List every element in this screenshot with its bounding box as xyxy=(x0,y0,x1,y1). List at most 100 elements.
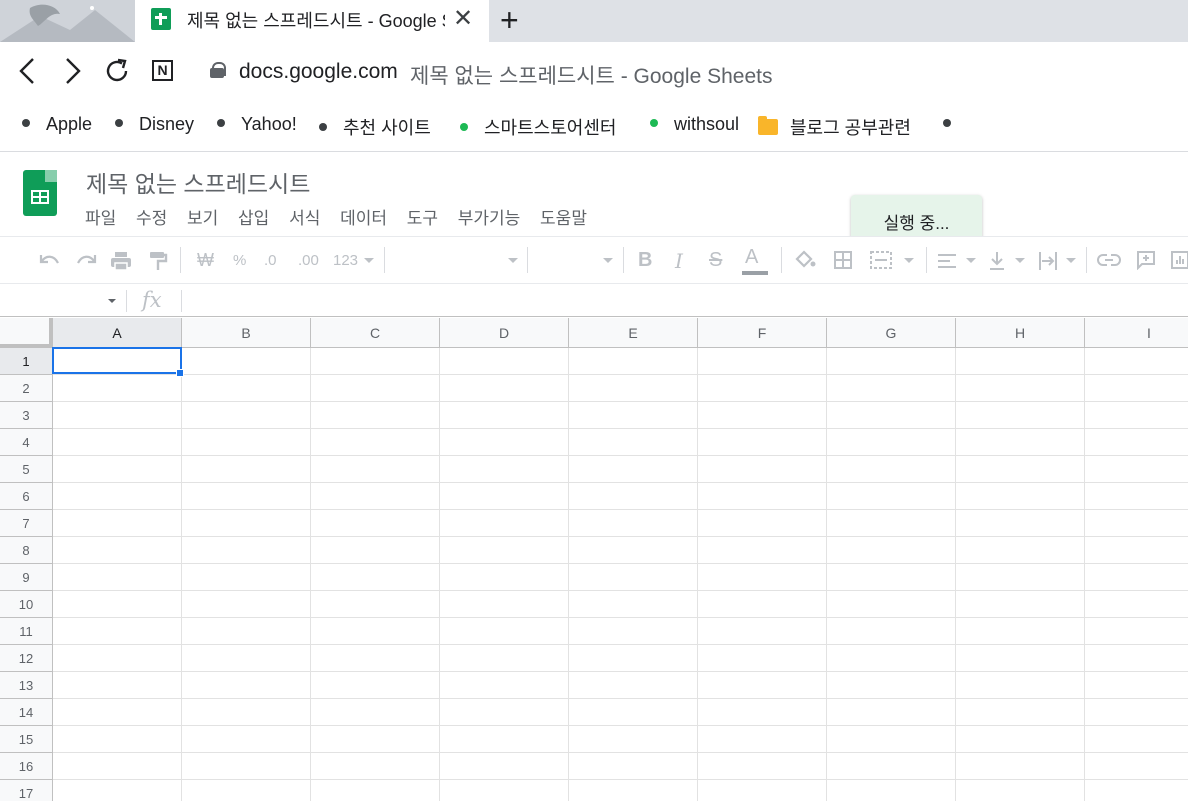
menu-tools[interactable]: 도구 xyxy=(407,209,438,228)
horizontal-align-dropdown[interactable] xyxy=(964,250,976,272)
column-header-g[interactable]: G xyxy=(827,318,956,348)
bookmark-apple[interactable]: Apple xyxy=(22,114,92,135)
paint-format-icon[interactable] xyxy=(148,250,168,272)
formula-separator xyxy=(181,290,182,312)
row-header-9[interactable]: 9 xyxy=(0,564,53,591)
bookmark-smartstore[interactable]: 스마트스토어센터 xyxy=(460,114,616,140)
name-box[interactable] xyxy=(0,285,122,317)
url-domain[interactable]: docs.google.com xyxy=(239,60,398,84)
menu-help[interactable]: 도움말 xyxy=(540,209,587,228)
cell-grid[interactable] xyxy=(53,348,1188,801)
globe-icon xyxy=(115,119,123,128)
row-header-8[interactable]: 8 xyxy=(0,537,53,564)
bookmark-yahoo[interactable]: Yahoo! xyxy=(217,114,297,135)
column-header-h[interactable]: H xyxy=(956,318,1085,348)
fill-handle[interactable] xyxy=(176,369,184,377)
toolbar: ₩ % .0 .00 123 B I S A xyxy=(0,236,1188,284)
row-header-6[interactable]: 6 xyxy=(0,483,53,510)
row-header-17[interactable]: 17 xyxy=(0,780,53,801)
row-header-10[interactable]: 10 xyxy=(0,591,53,618)
menu-view[interactable]: 보기 xyxy=(187,209,218,228)
menu-format[interactable]: 서식 xyxy=(289,209,320,228)
merge-cells-icon[interactable] xyxy=(869,250,893,270)
vertical-align-icon[interactable] xyxy=(988,250,1006,272)
borders-icon[interactable] xyxy=(833,250,853,270)
column-header-f[interactable]: F xyxy=(698,318,827,348)
notion-extension-icon[interactable]: N xyxy=(152,60,173,81)
tab-title: 제목 없는 스프레드시트 - Google Sheets xyxy=(187,11,445,31)
row-header-2[interactable]: 2 xyxy=(0,375,53,402)
percent-format-button[interactable]: % xyxy=(233,252,246,269)
horizontal-align-icon[interactable] xyxy=(937,252,957,270)
text-color-label: A xyxy=(745,246,759,268)
currency-format-button[interactable]: ₩ xyxy=(197,250,214,271)
selected-cell-a1[interactable] xyxy=(52,347,182,374)
forward-icon[interactable] xyxy=(62,57,84,85)
bookmark-more[interactable] xyxy=(943,114,967,135)
row-header-1[interactable]: 1 xyxy=(0,348,53,375)
new-tab-button[interactable]: + xyxy=(500,2,519,39)
text-wrapping-icon[interactable] xyxy=(1037,250,1059,272)
menu-edit[interactable]: 수정 xyxy=(136,209,167,228)
column-header-b[interactable]: B xyxy=(182,318,311,348)
column-header-a[interactable]: A xyxy=(53,318,182,348)
toolbar-separator xyxy=(384,247,385,273)
select-all-corner[interactable] xyxy=(0,318,53,348)
bookmark-withsoul[interactable]: withsoul xyxy=(650,114,739,135)
insert-chart-icon[interactable] xyxy=(1170,250,1188,270)
document-title[interactable]: 제목 없는 스프레드시트 xyxy=(86,165,310,199)
menu-insert[interactable]: 삽입 xyxy=(238,209,269,228)
merge-dropdown[interactable] xyxy=(902,250,914,272)
reload-icon[interactable] xyxy=(104,57,132,85)
increase-decimal-button[interactable]: .00 xyxy=(298,252,319,269)
insert-comment-icon[interactable] xyxy=(1136,250,1156,270)
decrease-decimal-button[interactable]: .0 xyxy=(264,252,277,269)
close-tab-icon[interactable]: ✕ xyxy=(453,4,473,33)
sheets-logo-icon[interactable] xyxy=(23,170,57,216)
row-header-11[interactable]: 11 xyxy=(0,618,53,645)
menu-data[interactable]: 데이터 xyxy=(340,209,387,228)
chevron-down-icon[interactable] xyxy=(108,299,116,303)
url-page-title[interactable]: 제목 없는 스프레드시트 - Google Sheets xyxy=(410,60,772,90)
row-header-12[interactable]: 12 xyxy=(0,645,53,672)
row-header-15[interactable]: 15 xyxy=(0,726,53,753)
text-wrapping-dropdown[interactable] xyxy=(1064,250,1076,272)
row-header-3[interactable]: 3 xyxy=(0,402,53,429)
more-formats-button[interactable]: 123 xyxy=(333,252,358,269)
row-header-14[interactable]: 14 xyxy=(0,699,53,726)
column-header-d[interactable]: D xyxy=(440,318,569,348)
column-header-e[interactable]: E xyxy=(569,318,698,348)
font-family-select[interactable] xyxy=(390,250,518,272)
vertical-align-dropdown[interactable] xyxy=(1013,250,1025,272)
redo-icon[interactable] xyxy=(74,251,98,271)
row-header-5[interactable]: 5 xyxy=(0,456,53,483)
bookmark-label: 블로그 공부관련 xyxy=(790,118,911,138)
lock-icon[interactable] xyxy=(210,62,226,78)
row-header-7[interactable]: 7 xyxy=(0,510,53,537)
bookmark-disney[interactable]: Disney xyxy=(115,114,194,135)
menu-addons[interactable]: 부가기능 xyxy=(458,209,521,228)
fill-color-icon[interactable] xyxy=(794,249,816,271)
bold-button[interactable]: B xyxy=(638,249,652,272)
column-header-c[interactable]: C xyxy=(311,318,440,348)
font-size-select[interactable] xyxy=(533,250,613,272)
inactive-tab[interactable] xyxy=(0,0,135,42)
row-header-13[interactable]: 13 xyxy=(0,672,53,699)
column-header-i[interactable]: I xyxy=(1085,318,1188,348)
menu-file[interactable]: 파일 xyxy=(85,209,116,228)
more-formats-dropdown[interactable] xyxy=(362,250,374,272)
back-icon[interactable] xyxy=(16,57,38,85)
insert-link-icon[interactable] xyxy=(1097,252,1121,268)
italic-button[interactable]: I xyxy=(675,249,683,273)
undo-icon[interactable] xyxy=(38,251,62,271)
active-tab[interactable]: 제목 없는 스프레드시트 - Google Sheets ✕ xyxy=(135,0,489,42)
bookmark-folder-blog[interactable]: 블로그 공부관련 xyxy=(758,114,911,140)
formula-input[interactable] xyxy=(184,285,1188,317)
row-header-4[interactable]: 4 xyxy=(0,429,53,456)
strikethrough-button[interactable]: S xyxy=(709,249,722,272)
text-color-button[interactable]: A xyxy=(742,246,768,275)
chevron-down-icon xyxy=(966,258,976,263)
bookmark-recommended-sites[interactable]: 추천 사이트 xyxy=(319,114,431,140)
print-icon[interactable] xyxy=(110,250,132,272)
row-header-16[interactable]: 16 xyxy=(0,753,53,780)
